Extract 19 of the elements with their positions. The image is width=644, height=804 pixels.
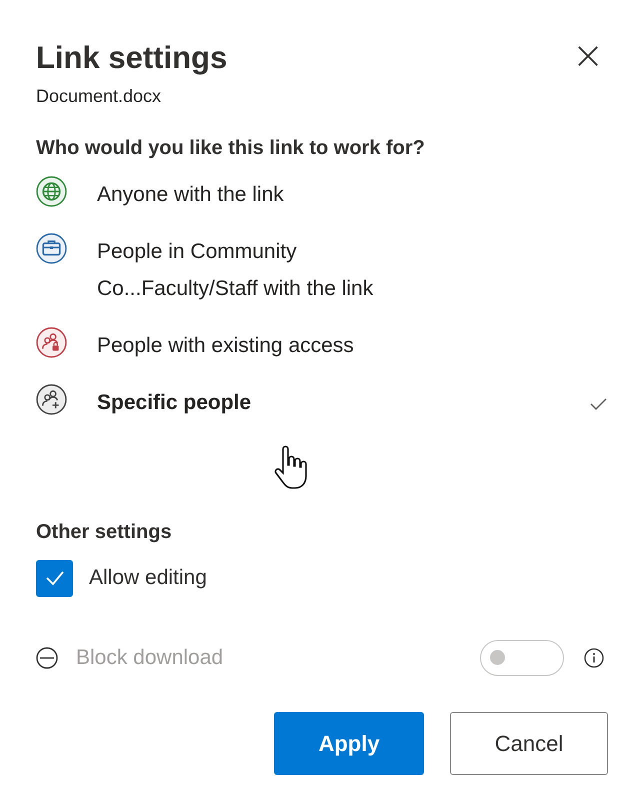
info-icon[interactable] <box>584 648 604 668</box>
audience-option[interactable]: People with existing access <box>36 317 608 374</box>
block-icon <box>36 647 58 669</box>
audience-option[interactable]: People in Community Co...Faculty/Staff with the link <box>36 223 608 317</box>
setting-label: Block download <box>76 646 224 670</box>
audience-option[interactable]: Specific people <box>36 374 608 431</box>
cancel-button[interactable]: Cancel <box>450 712 608 775</box>
section-heading: Other settings <box>36 521 173 544</box>
checkmark-icon <box>44 569 66 587</box>
section-heading: Who would you like this link to work for? <box>36 137 426 160</box>
dialog-title: Link settings <box>36 40 228 76</box>
close-button[interactable]: × <box>568 36 608 74</box>
audience-option[interactable]: Anyone with the link <box>36 166 608 223</box>
checkbox[interactable] <box>36 560 73 596</box>
file-name: Document.docx <box>36 86 162 107</box>
checkmark-icon <box>588 396 608 412</box>
hand-cursor-icon <box>273 445 309 491</box>
checkbox-label: Allow editing <box>89 566 207 590</box>
apply-button[interactable]: Apply <box>274 712 424 775</box>
